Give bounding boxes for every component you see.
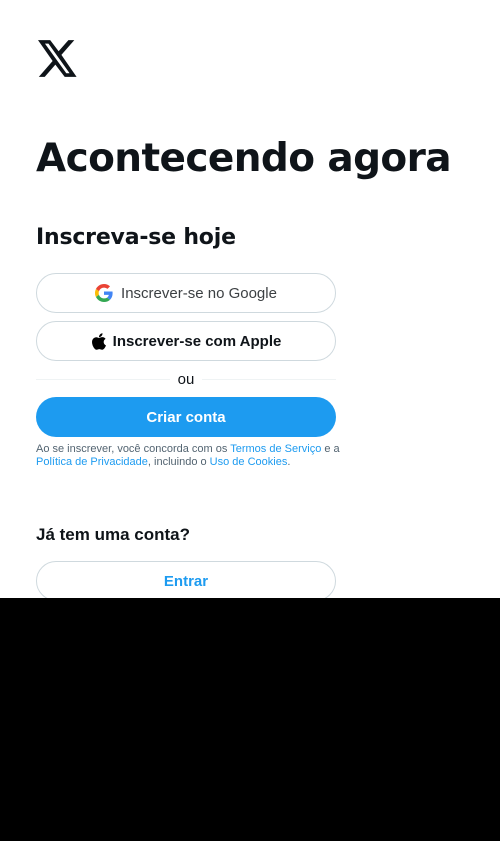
google-signup-label: Inscrever-se no Google [121, 284, 277, 302]
signup-title: Inscreva-se hoje [36, 225, 236, 250]
terms-middle2: , incluindo o [147, 456, 210, 468]
terms-middle: e a [321, 443, 340, 455]
apple-signup-label: Inscrever-se com Apple [112, 332, 282, 350]
cookie-use-link[interactable]: Uso de Cookies [210, 456, 288, 468]
x-logo-icon [38, 40, 78, 77]
divider-line-right [202, 378, 336, 380]
google-icon [95, 284, 113, 302]
apple-icon [91, 332, 107, 351]
google-signup-button[interactable]: Inscrever-se no Google [36, 273, 336, 313]
divider-text: ou [177, 370, 195, 388]
or-divider: ou [36, 370, 336, 388]
page-headline: Acontecendo agora [36, 136, 452, 181]
page-viewport: Acontecendo agora Inscreva-se hoje Inscr… [0, 0, 500, 598]
terms-prefix: Ao se inscrever, você concorda com os [36, 443, 231, 455]
login-button[interactable]: Entrar [36, 561, 336, 598]
divider-line-left [36, 378, 170, 380]
create-account-button[interactable]: Criar conta [36, 397, 336, 437]
terms-suffix: . [287, 456, 291, 468]
terms-of-service-link[interactable]: Termos de Serviço [230, 443, 321, 455]
privacy-policy-link[interactable]: Política de Privacidade [36, 456, 148, 468]
existing-account-question: Já tem uma conta? [36, 525, 190, 544]
terms-notice: Ao se inscrever, você concorda com os Te… [36, 443, 340, 469]
apple-signup-button[interactable]: Inscrever-se com Apple [36, 321, 336, 361]
